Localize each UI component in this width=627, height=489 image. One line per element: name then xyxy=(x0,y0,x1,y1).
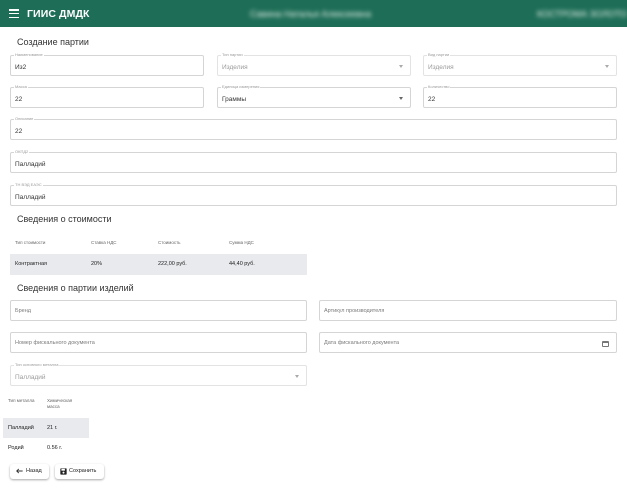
fiscal-date-placeholder: Дата фискального документа xyxy=(324,340,400,346)
brand-input[interactable]: Бренд xyxy=(10,300,307,321)
app-title: ГИИС ДМДК xyxy=(27,8,90,20)
back-button[interactable]: Назад xyxy=(10,464,49,479)
okpd2-value: Палладий xyxy=(15,161,46,168)
app-header: ГИИС ДМДК Савина Наталья Алексеевна КОСТ… xyxy=(0,0,627,27)
metals-header-type: Тип металла xyxy=(8,398,35,403)
unit-value: Граммы xyxy=(222,96,246,103)
batch-type-value: Изделия xyxy=(222,64,248,71)
metals-cell-mass: 21 г. xyxy=(47,425,58,431)
cost-header-type: Тип стоимости xyxy=(15,240,46,245)
metal-type-value: Палладий xyxy=(15,374,46,381)
article-placeholder: Артикул производителя xyxy=(324,308,385,314)
metal-type-label: Тип основного металла xyxy=(14,362,60,368)
chevron-down-icon[interactable] xyxy=(399,65,403,68)
menu-icon[interactable] xyxy=(9,9,19,19)
arrow-left-icon xyxy=(16,468,23,474)
metals-cell-type: Родий xyxy=(8,445,24,451)
quantity-label: Количество xyxy=(427,84,451,90)
okpd2-label: ОКПД2 xyxy=(14,149,30,155)
batch-kind-value: Изделия xyxy=(428,64,454,71)
batch-type-label: Тип партии xyxy=(221,52,244,58)
name-value: Из2 xyxy=(15,64,27,71)
items-section-title: Сведения о партии изделий xyxy=(17,283,134,293)
cost-section-title: Сведения о стоимости xyxy=(17,214,112,224)
weight-label: Масса xyxy=(14,84,28,90)
unit-label: Единица измерения xyxy=(221,84,261,90)
save-icon xyxy=(60,468,67,475)
cost-header-vat-sum: Сумма НДС xyxy=(229,240,254,245)
creation-section-title: Создание партии xyxy=(17,37,89,47)
cost-cell-vat-sum: 44,40 руб. xyxy=(229,261,255,267)
metal-type-select[interactable]: Тип основного металла Палладий xyxy=(10,362,307,386)
tnved-value: Палладий xyxy=(15,194,46,201)
organization-name[interactable]: КОСТРОМА ЗОЛОТО xyxy=(537,9,627,19)
okpd2-field[interactable]: ОКПД2 Палладий xyxy=(10,149,617,173)
cost-cell-cost: 222,00 руб. xyxy=(158,261,187,267)
metals-cell-mass: 0.56 г. xyxy=(47,445,63,451)
description-label: Описание xyxy=(14,116,35,122)
batch-type-select[interactable]: Тип партии Изделия xyxy=(217,52,411,76)
back-button-label: Назад xyxy=(26,468,42,474)
cost-cell-vat-rate: 20% xyxy=(91,261,103,267)
cost-header-cost: Стоимость xyxy=(158,240,181,245)
user-name[interactable]: Савина Наталья Алексеевна xyxy=(250,9,371,19)
tnved-label: ТН ВЭД ЕАЭС xyxy=(14,182,43,188)
name-field[interactable]: Наименование Из2 xyxy=(10,52,204,76)
fiscal-date-input[interactable]: Дата фискального документа xyxy=(319,332,617,353)
fiscal-number-input[interactable]: Номер фискального документа xyxy=(10,332,307,353)
save-button-label: Сохранить xyxy=(69,468,97,474)
weight-field[interactable]: Масса 22 xyxy=(10,84,204,108)
quantity-field[interactable]: Количество 22 xyxy=(423,84,617,108)
save-button[interactable]: Сохранить xyxy=(55,464,104,479)
unit-select[interactable]: Единица измерения Граммы xyxy=(217,84,411,108)
fiscal-number-placeholder: Номер фискального документа xyxy=(15,340,95,346)
calendar-icon[interactable] xyxy=(602,341,609,347)
weight-value: 22 xyxy=(15,96,23,103)
quantity-value: 22 xyxy=(428,96,436,103)
cost-cell-type: Контрактная xyxy=(15,261,47,267)
tnved-field[interactable]: ТН ВЭД ЕАЭС Палладий xyxy=(10,182,617,206)
chevron-down-icon[interactable] xyxy=(605,65,609,68)
name-label: Наименование xyxy=(14,52,44,58)
brand-placeholder: Бренд xyxy=(15,308,31,314)
description-field[interactable]: Описание 22 xyxy=(10,116,617,140)
metals-cell-type: Палладий xyxy=(8,425,34,431)
metals-header-mass: Химическая масса xyxy=(47,398,73,409)
chevron-down-icon[interactable] xyxy=(295,375,299,378)
chevron-down-icon[interactable] xyxy=(399,97,403,100)
cost-header-vat-rate: Ставка НДС xyxy=(91,240,117,245)
batch-kind-select[interactable]: Вид партии Изделия xyxy=(423,52,617,76)
article-input[interactable]: Артикул производителя xyxy=(319,300,617,321)
batch-kind-label: Вид партии xyxy=(427,52,451,58)
description-value: 22 xyxy=(15,128,23,135)
